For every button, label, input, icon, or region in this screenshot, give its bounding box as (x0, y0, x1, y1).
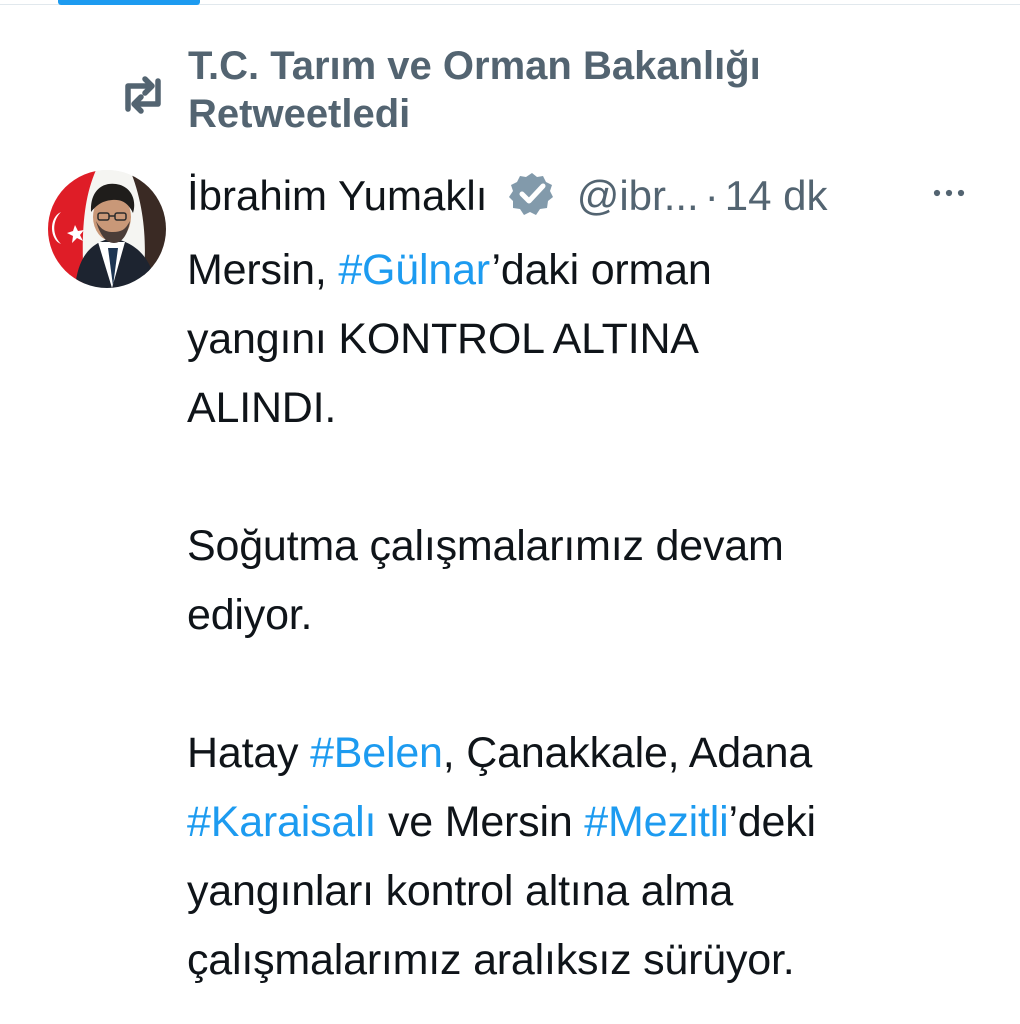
retweet-label: Retweetledi (188, 92, 411, 136)
tweet-text: Mersin, #Gülnar’daki orman yangını KONTRO… (187, 236, 977, 995)
tweet-screen: T.C. Tarım ve Orman Bakanlığı Retweetled… (0, 0, 1020, 1024)
tweet-text-segment: ’deki (728, 798, 816, 846)
tweet-text-segment: Soğutma çalışmalarımız devam (187, 522, 784, 570)
author-avatar[interactable] (48, 170, 166, 288)
retweet-context-text[interactable]: T.C. Tarım ve Orman Bakanlığı Retweetled… (188, 42, 948, 138)
author-name[interactable]: İbrahim Yumaklı (187, 172, 487, 219)
tweet-text-segment: yangını KONTROL ALTINA (187, 315, 699, 363)
retweet-context[interactable]: T.C. Tarım ve Orman Bakanlığı Retweetled… (112, 38, 932, 150)
retweet-icon (125, 76, 161, 114)
retweet-account-name[interactable]: T.C. Tarım ve Orman Bakanlığı (188, 44, 761, 88)
verified-badge-icon (509, 173, 554, 215)
tweet-text-segment: ve Mersin (376, 798, 585, 846)
tweet-paragraph: Mersin, #Gülnar’daki orman yangını KONTRO… (187, 236, 977, 443)
hashtag-link[interactable]: #Belen (310, 729, 443, 777)
hashtag-link[interactable]: #Karaisalı (187, 798, 376, 846)
tweet-text-segment: çalışmalarımız aralıksız sürüyor. (187, 936, 795, 984)
tweet-timestamp[interactable]: 14 dk (725, 172, 828, 219)
hashtag-link[interactable]: #Mezitli (584, 798, 728, 846)
tweet-text-segment: ’daki orman (491, 246, 712, 294)
tweet-text-segment: ALINDI. (187, 384, 337, 432)
tweet-text-segment: yangınları kontrol altına alma (187, 867, 734, 915)
tweet-text-segment: , Çanakkale, Adana (442, 729, 813, 777)
hashtag-link[interactable]: #Gülnar (338, 246, 491, 294)
tweet-text-segment: Hatay (187, 729, 311, 777)
tweet-text-segment: ediyor. (187, 591, 313, 639)
author-handle[interactable]: @ibr... (577, 172, 699, 219)
tweet-paragraph: Soğutma çalışmalarımız devam ediyor. (187, 512, 977, 650)
tab-indicator (58, 0, 200, 5)
tweet-header: İbrahim Yumaklı @ibr... · 14 dk (187, 170, 982, 222)
tweet-paragraph: Hatay #Belen, Çanakkale, Adana #Karaisalı… (187, 719, 977, 995)
author-avatar-image (48, 170, 166, 288)
more-options-icon[interactable] (930, 178, 968, 208)
timestamp-separator: · (704, 172, 719, 219)
tweet-text-segment: Mersin, (187, 246, 339, 294)
